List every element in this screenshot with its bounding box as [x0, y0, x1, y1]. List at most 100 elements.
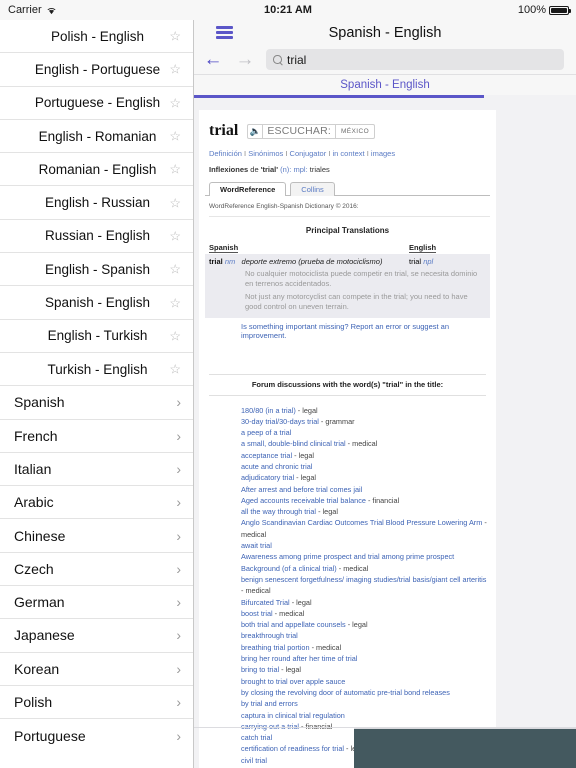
star-icon[interactable]: ☆: [169, 229, 181, 242]
web-content[interactable]: trial 🔈 ESCUCHAR: MÉXICO Definición I Si…: [194, 110, 576, 768]
forum-link[interactable]: by closing the revolving door of automat…: [241, 688, 450, 697]
forum-link[interactable]: boost trial: [241, 609, 273, 618]
forum-list-item[interactable]: both trial and appellate counsels - lega…: [241, 619, 490, 630]
forward-button[interactable]: →: [234, 49, 256, 71]
star-icon[interactable]: ☆: [169, 63, 181, 76]
sidebar-item-language[interactable]: Italian ›: [0, 453, 193, 487]
language-sidebar[interactable]: Polish - English ☆ English - Portuguese …: [0, 0, 194, 768]
forum-link[interactable]: breakthrough trial: [241, 631, 298, 640]
forum-list-item[interactable]: boost trial - medical: [241, 608, 490, 619]
sidebar-item-pair[interactable]: English - Romanian ☆: [0, 120, 193, 154]
forum-link[interactable]: civil trial: [241, 756, 267, 765]
sidebar-item-language[interactable]: Czech ›: [0, 553, 193, 587]
forum-list-item[interactable]: await trial: [241, 540, 490, 551]
forum-link[interactable]: catch trial: [241, 733, 272, 742]
listen-control[interactable]: 🔈 ESCUCHAR: MÉXICO: [247, 123, 376, 139]
sidebar-item-language[interactable]: Japanese ›: [0, 619, 193, 653]
sidebar-item-pair[interactable]: Romanian - English ☆: [0, 153, 193, 187]
forum-link[interactable]: 180/80 (in a trial): [241, 406, 296, 415]
region-button[interactable]: MÉXICO: [336, 125, 374, 138]
sidebar-item-pair[interactable]: English - Portuguese ☆: [0, 53, 193, 87]
star-icon[interactable]: ☆: [169, 363, 181, 376]
sidebar-item-pair[interactable]: English - Spanish ☆: [0, 253, 193, 287]
forum-link[interactable]: captura in clinical trial regulation: [241, 711, 345, 720]
forum-link[interactable]: Aged accounts receivable trial balance: [241, 496, 366, 505]
sidebar-item-language[interactable]: Polish ›: [0, 686, 193, 720]
sidebar-item-pair[interactable]: English - Russian ☆: [0, 186, 193, 220]
forum-link[interactable]: by trial and errors: [241, 699, 298, 708]
dictionary-link[interactable]: Spanish - English: [340, 79, 430, 91]
forum-link[interactable]: a small, double-blind clinical trial: [241, 439, 346, 448]
forum-link[interactable]: Anglo Scandinavian Cardiac Outcomes Tria…: [241, 518, 482, 527]
sidebar-item-language[interactable]: Chinese ›: [0, 519, 193, 553]
star-icon[interactable]: ☆: [169, 30, 181, 43]
forum-link[interactable]: adjudicatory trial: [241, 473, 294, 482]
link-images[interactable]: images: [371, 149, 395, 158]
sidebar-item-language[interactable]: Portuguese ›: [0, 719, 193, 752]
forum-link[interactable]: certification of readiness for trial: [241, 744, 344, 753]
forum-list-item[interactable]: all the way through trial - legal: [241, 506, 490, 517]
tab-wordreference[interactable]: WordReference: [209, 181, 287, 196]
forum-link[interactable]: await trial: [241, 541, 272, 550]
link-in-context[interactable]: in context: [333, 149, 365, 158]
forum-list-item[interactable]: acceptance trial - legal: [241, 450, 490, 461]
forum-list-item[interactable]: bring her round after her time of trial: [241, 653, 490, 664]
star-icon[interactable]: ☆: [169, 163, 181, 176]
forum-list-item[interactable]: breathing trial portion - medical: [241, 642, 490, 653]
forum-link[interactable]: After arrest and before trial comes jail: [241, 485, 362, 494]
forum-link[interactable]: bring to trial: [241, 665, 279, 674]
forum-link[interactable]: Bifurcated Trial: [241, 598, 290, 607]
forum-list-item[interactable]: breakthrough trial: [241, 630, 490, 641]
forum-list-item[interactable]: benign senescent forgetfulness/ imaging …: [241, 574, 490, 597]
forum-link[interactable]: Awareness among prime prospect and trial…: [241, 552, 454, 561]
sidebar-item-pair[interactable]: Russian - English ☆: [0, 220, 193, 254]
star-icon[interactable]: ☆: [169, 196, 181, 209]
forum-list-item[interactable]: Awareness among prime prospect and trial…: [241, 551, 490, 562]
link-definicion[interactable]: Definición: [209, 149, 242, 158]
search-input[interactable]: trial: [266, 49, 564, 70]
forum-list-item[interactable]: Bifurcated Trial - legal: [241, 597, 490, 608]
link-conjugator[interactable]: Conjugator: [290, 149, 327, 158]
forum-list-item[interactable]: adjudicatory trial - legal: [241, 472, 490, 483]
forum-link[interactable]: benign senescent forgetfulness/ imaging …: [241, 575, 486, 584]
speaker-icon[interactable]: 🔈: [248, 124, 264, 138]
forum-link[interactable]: acceptance trial: [241, 451, 292, 460]
forum-list-item[interactable]: Anglo Scandinavian Cardiac Outcomes Tria…: [241, 517, 490, 540]
link-sinonimos[interactable]: Sinónimos: [248, 149, 283, 158]
forum-link[interactable]: breathing trial portion: [241, 643, 310, 652]
forum-list-item[interactable]: brought to trial over apple sauce: [241, 676, 490, 687]
star-icon[interactable]: ☆: [169, 329, 181, 342]
sidebar-item-pair[interactable]: Turkish - English ☆: [0, 353, 193, 387]
sidebar-item-language[interactable]: Arabic ›: [0, 486, 193, 520]
forum-link[interactable]: acute and chronic trial: [241, 462, 312, 471]
forum-list-item[interactable]: acute and chronic trial: [241, 461, 490, 472]
forum-list-item[interactable]: Background (of a clinical trial) - medic…: [241, 563, 490, 574]
forum-list-item[interactable]: Aged accounts receivable trial balance -…: [241, 495, 490, 506]
forum-list-item[interactable]: by trial and errors: [241, 698, 490, 709]
sidebar-item-pair[interactable]: Spanish - English ☆: [0, 286, 193, 320]
sidebar-item-language[interactable]: Spanish ›: [0, 386, 193, 420]
star-icon[interactable]: ☆: [169, 96, 181, 109]
sidebar-item-language[interactable]: Korean ›: [0, 653, 193, 686]
forum-list-item[interactable]: by closing the revolving door of automat…: [241, 687, 490, 698]
forum-list-item[interactable]: a small, double-blind clinical trial - m…: [241, 438, 490, 449]
forum-list-item[interactable]: 30-day trial/30-days trial - grammar: [241, 416, 490, 427]
sidebar-item-pair[interactable]: Portuguese - English ☆: [0, 87, 193, 120]
forum-link[interactable]: brought to trial over apple sauce: [241, 677, 345, 686]
forum-link[interactable]: all the way through trial: [241, 507, 316, 516]
sidebar-item-language[interactable]: French ›: [0, 420, 193, 453]
forum-link[interactable]: both trial and appellate counsels: [241, 620, 346, 629]
forum-link[interactable]: bring her round after her time of trial: [241, 654, 357, 663]
advertisement-banner[interactable]: [354, 728, 576, 768]
forum-list-item[interactable]: a peep of a trial: [241, 427, 490, 438]
forum-list-item[interactable]: captura in clinical trial regulation: [241, 710, 490, 721]
star-icon[interactable]: ☆: [169, 296, 181, 309]
sidebar-item-pair[interactable]: Polish - English ☆: [0, 20, 193, 54]
star-icon[interactable]: ☆: [169, 263, 181, 276]
forum-link[interactable]: 30-day trial/30-days trial: [241, 417, 319, 426]
forum-list-item[interactable]: 180/80 (in a trial) - legal: [241, 405, 490, 416]
forum-list-item[interactable]: After arrest and before trial comes jail: [241, 484, 490, 495]
forum-link[interactable]: Background (of a clinical trial): [241, 564, 337, 573]
star-icon[interactable]: ☆: [169, 130, 181, 143]
report-error-link[interactable]: Is something important missing? Report a…: [241, 322, 449, 340]
